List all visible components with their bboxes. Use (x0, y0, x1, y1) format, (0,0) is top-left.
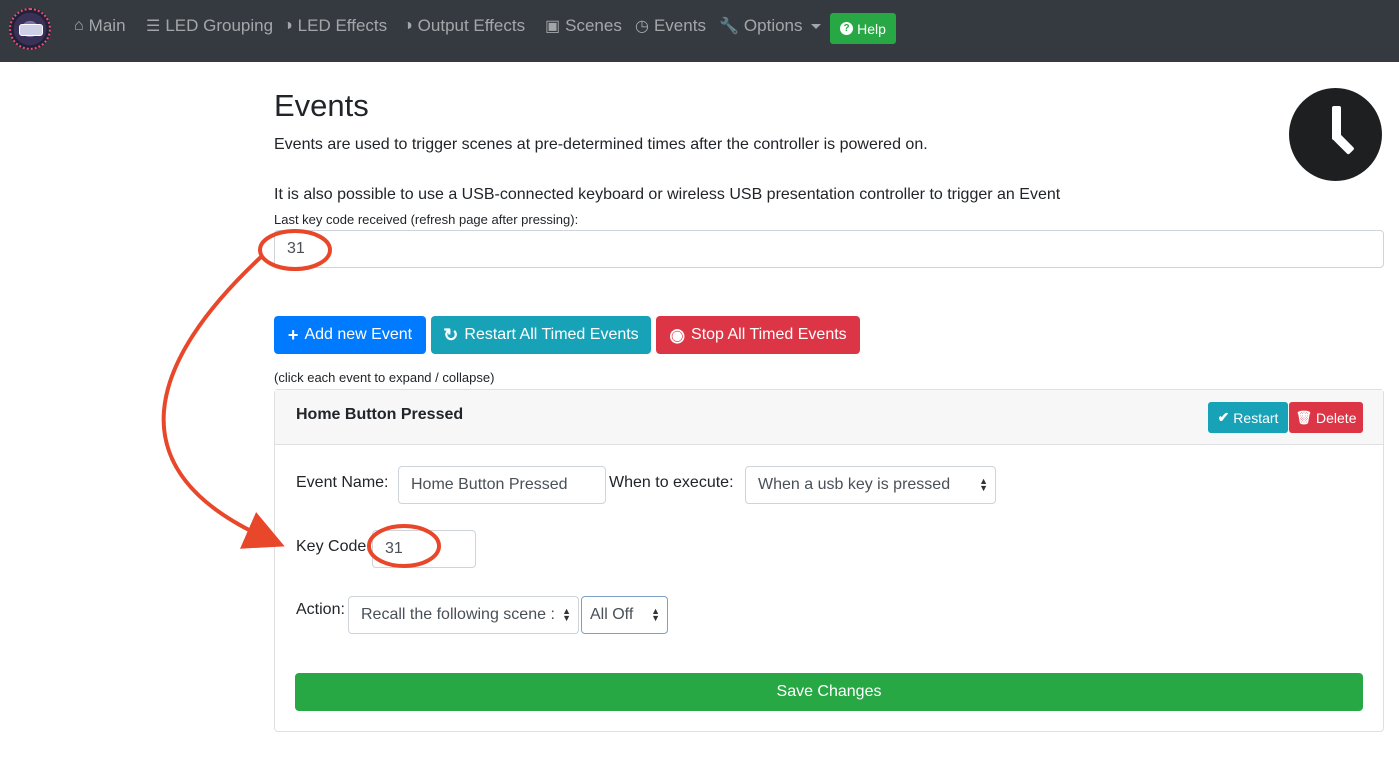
stop-circle-icon: ◉ (669, 324, 686, 345)
event-name-input[interactable]: Home Button Pressed (398, 466, 606, 504)
key-code-label: Key Code: (296, 538, 371, 555)
plus-icon: + (287, 324, 299, 345)
select-arrows-icon: ▲ ▼ (979, 476, 988, 493)
image-icon: ▣ (545, 18, 561, 35)
clock-icon (1289, 88, 1382, 181)
nav-output-effects[interactable]: ◑ Output Effects (403, 0, 525, 52)
last-key-code-field[interactable]: 31 (274, 230, 1384, 268)
nav-options-dropdown[interactable]: 🔧 Options (719, 0, 821, 52)
half-circle-icon: ◑ (403, 17, 413, 34)
nav-scenes[interactable]: ▣ Scenes (545, 0, 622, 52)
event-title: Home Button Pressed (296, 406, 464, 423)
page-usb-info: It is also possible to use a USB-connect… (274, 186, 1061, 203)
add-event-label: Add new Event (304, 326, 413, 343)
stop-all-label: Stop All Timed Events (691, 326, 847, 343)
restart-event-button[interactable]: ✔ Restart (1208, 402, 1288, 433)
nav-output-effects-label: Output Effects (417, 16, 526, 35)
clock-icon: ◷ (635, 18, 649, 35)
scene-value: All Off (590, 606, 634, 623)
event-card: Home Button Pressed ✔ Restart 🗑 Delete E… (274, 389, 1384, 732)
event-card-header[interactable]: Home Button Pressed ✔ Restart 🗑 Delete (275, 390, 1383, 445)
save-changes-button[interactable]: Save Changes (295, 673, 1363, 711)
action-select[interactable]: Recall the following scene : ▲ ▼ (348, 596, 579, 634)
delete-event-label: Delete (1316, 409, 1357, 426)
last-key-code-label: Last key code received (refresh page aft… (274, 212, 579, 227)
top-navbar: ⌂ Main ☰ LED Grouping ◑ LED Effects ◑ Ou… (0, 0, 1399, 62)
refresh-icon: ↻ (443, 324, 459, 345)
nav-events-label: Events (653, 16, 706, 35)
nav-led-effects-label: LED Effects (297, 16, 388, 35)
annotation-arrow (161, 254, 285, 549)
delete-event-button[interactable]: 🗑 Delete (1289, 402, 1363, 433)
chevron-down-icon (810, 23, 821, 29)
scene-select[interactable]: All Off ▲ ▼ (581, 596, 668, 634)
save-changes-label: Save Changes (776, 683, 882, 700)
nav-led-grouping-label: LED Grouping (165, 16, 274, 35)
add-event-button[interactable]: + Add new Event (274, 316, 426, 354)
select-arrows-icon: ▲ ▼ (562, 606, 571, 623)
half-circle-icon: ◑ (283, 17, 293, 34)
when-to-execute-select[interactable]: When a usb key is pressed ▲ ▼ (745, 466, 996, 504)
restart-all-label: Restart All Timed Events (464, 326, 639, 343)
check-icon: ✔ (1217, 409, 1230, 425)
key-code-value: 31 (385, 540, 403, 557)
when-to-execute-label: When to execute: (609, 474, 734, 491)
help-label: Help (857, 20, 886, 37)
nav-scenes-label: Scenes (565, 16, 622, 35)
action-label: Action: (296, 601, 345, 618)
last-key-code-value: 31 (287, 240, 305, 257)
nav-main[interactable]: ⌂ Main (74, 0, 126, 52)
nav-options-label: Options (743, 16, 803, 35)
nav-led-grouping[interactable]: ☰ LED Grouping (146, 0, 273, 52)
app-logo[interactable] (9, 8, 51, 50)
nav-events[interactable]: ◷ Events (635, 0, 706, 52)
event-name-label: Event Name: (296, 474, 389, 491)
when-to-execute-value: When a usb key is pressed (758, 476, 951, 493)
restart-event-label: Restart (1233, 409, 1279, 426)
layers-icon: ☰ (146, 18, 161, 35)
page-intro: Events are used to trigger scenes at pre… (274, 136, 928, 153)
expand-hint: (click each event to expand / collapse) (274, 370, 495, 385)
wrench-icon: 🔧 (719, 18, 739, 35)
restart-all-events-button[interactable]: ↻ Restart All Timed Events (431, 316, 651, 354)
home-icon: ⌂ (74, 17, 84, 34)
select-arrows-icon: ▲ ▼ (651, 606, 660, 623)
nav-led-effects[interactable]: ◑ LED Effects (283, 0, 387, 52)
trash-icon: 🗑 (1295, 409, 1313, 425)
key-code-input[interactable]: 31 (372, 530, 476, 568)
help-button[interactable]: ? Help (830, 13, 896, 44)
action-value: Recall the following scene : (361, 606, 555, 623)
nav-main-label: Main (88, 16, 126, 35)
page-title: Events (274, 88, 369, 123)
event-name-value: Home Button Pressed (411, 476, 568, 493)
stop-all-events-button[interactable]: ◉ Stop All Timed Events (656, 316, 860, 354)
question-circle-icon: ? (840, 22, 854, 35)
